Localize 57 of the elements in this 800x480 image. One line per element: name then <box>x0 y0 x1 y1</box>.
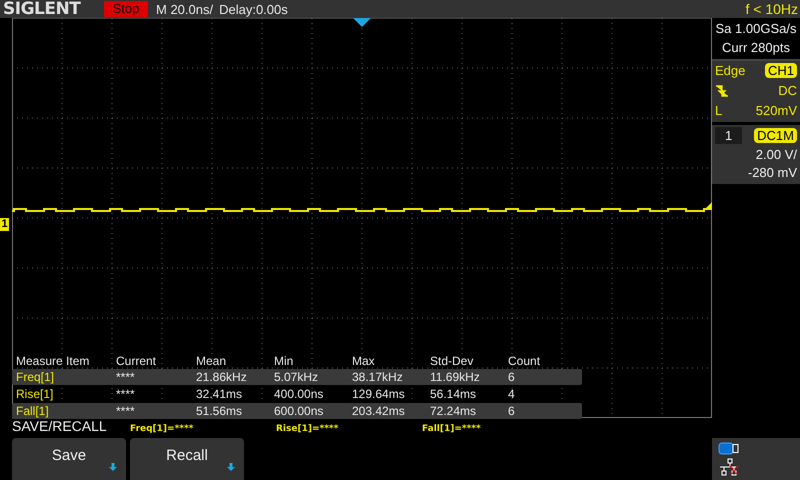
usb-drive-icon <box>718 442 740 456</box>
trigger-level-value: 520mV <box>756 103 797 118</box>
column-header: Measure Item <box>16 354 90 368</box>
measurement-summary: Freq[1]=**** <box>130 424 194 434</box>
table-cell: 6 <box>508 404 515 418</box>
trigger-level-label: L <box>715 103 722 118</box>
column-header: Current <box>116 354 156 368</box>
table-cell: 4 <box>508 387 515 401</box>
table-cell: Fall[1] <box>16 404 49 418</box>
table-cell: 400.00ns <box>274 387 324 401</box>
table-cell: 21.86kHz <box>196 370 247 384</box>
column-header: Mean <box>196 354 226 368</box>
table-cell: 32.41ms <box>196 387 242 401</box>
timebase-label: M 20.0ns/ <box>156 2 214 16</box>
measurement-summary: Rise[1]=**** <box>276 424 340 434</box>
menu-title: SAVE/RECALL <box>12 418 108 434</box>
column-header: Min <box>274 354 294 368</box>
delay-label: Delay:0.00s <box>219 2 288 16</box>
table-cell: 72.24ms <box>430 404 476 418</box>
table-cell: 6 <box>508 370 515 384</box>
table-cell: 56.14ms <box>430 387 476 401</box>
run-state-indicator[interactable]: Stop <box>104 1 148 17</box>
softkey-button[interactable]: Save <box>12 438 126 480</box>
softkey-button[interactable]: Recall <box>130 438 244 480</box>
channel-panel[interactable]: 1 DC1M 2.00 V/ -280 mV <box>712 125 800 184</box>
memory-depth-label: Curr 280pts <box>722 40 790 55</box>
sample-rate-label: Sa 1.00GSa/s <box>716 21 796 36</box>
down-arrow-icon <box>108 462 118 472</box>
table-cell: **** <box>116 387 135 401</box>
table-cell: 11.69kHz <box>430 370 480 384</box>
table-cell: 129.64ms <box>352 387 405 401</box>
trigger-level-marker[interactable] <box>704 202 712 210</box>
table-cell: 600.00ns <box>274 404 324 418</box>
channel-scale-label: 2.00 V/ <box>756 147 797 162</box>
table-cell: **** <box>116 370 135 384</box>
channel-number-tab[interactable]: 1 <box>715 127 742 144</box>
trigger-source-badge: CH1 <box>764 63 797 78</box>
down-arrow-icon <box>226 462 236 472</box>
channel-marker: 1 <box>0 218 9 231</box>
table-cell: 5.07kHz <box>274 370 318 384</box>
column-header: Std-Dev <box>430 354 474 368</box>
table-cell: Freq[1] <box>16 370 54 384</box>
table-cell: Rise[1] <box>16 387 54 401</box>
table-cell: 203.42ms <box>352 404 405 418</box>
trigger-coupling-label: DC <box>778 83 797 98</box>
table-cell: 51.56ms <box>196 404 242 418</box>
frequency-label: f < 10Hz <box>745 1 798 17</box>
measurement-summary: Fall[1]=**** <box>422 424 482 434</box>
column-header: Max <box>352 354 375 368</box>
trigger-panel[interactable]: Edge CH1 DC L 520mV <box>712 59 800 122</box>
column-header: Count <box>508 354 540 368</box>
brand-logo: SIGLENT <box>2 0 82 19</box>
table-cell: **** <box>116 404 135 418</box>
channel-coupling-badge: DC1M <box>754 128 797 143</box>
table-cell: 38.17kHz <box>352 370 403 384</box>
channel-offset-label: -280 mV <box>748 165 797 180</box>
trigger-type-label: Edge <box>715 63 746 78</box>
